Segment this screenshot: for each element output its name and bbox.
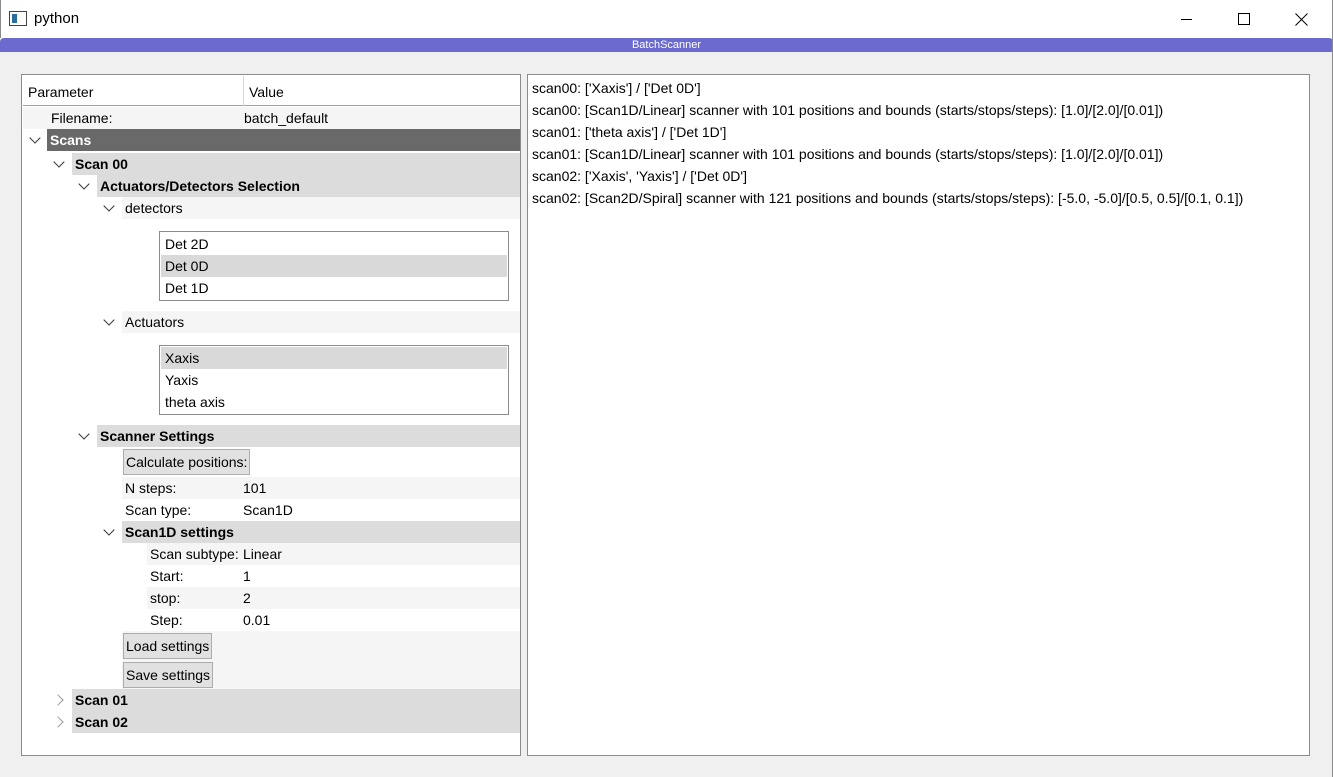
scan01-label: Scan 01 <box>75 692 128 708</box>
detector-item-det0d[interactable]: Det 0D <box>161 255 507 277</box>
scans-group-row[interactable]: Scans <box>47 129 520 151</box>
scan1d-chevron-down-icon[interactable] <box>103 524 115 536</box>
scan00-row[interactable]: Scan 00 <box>72 153 520 175</box>
actdet-selection-label: Actuators/Detectors Selection <box>100 178 300 194</box>
filename-row[interactable]: Filename: batch_default <box>23 107 520 129</box>
scan-type-label: Scan type: <box>125 502 192 518</box>
dock-title-bar[interactable]: BatchScanner <box>0 38 1333 52</box>
minimize-icon <box>1180 18 1192 20</box>
detector-item-det2d[interactable]: Det 2D <box>161 233 507 255</box>
header-parameter[interactable]: Parameter <box>28 84 93 100</box>
log-line: scan01: [Scan1D/Linear] scanner with 101… <box>532 146 1164 162</box>
detectors-list[interactable]: Det 2D Det 0D Det 1D <box>159 231 509 301</box>
scan01-chevron-right-icon[interactable] <box>52 694 64 706</box>
save-settings-button[interactable]: Save settings <box>123 662 214 688</box>
step-value[interactable]: 0.01 <box>243 609 270 631</box>
scan00-label: Scan 00 <box>75 156 128 172</box>
detectors-row[interactable]: detectors <box>122 197 520 219</box>
log-line: scan00: [Scan1D/Linear] scanner with 101… <box>532 102 1164 118</box>
actuator-item-theta-axis[interactable]: theta axis <box>161 391 507 413</box>
log-line: scan01: ['theta axis'] / ['Det 1D'] <box>532 124 727 140</box>
actdet-chevron-down-icon[interactable] <box>78 178 90 190</box>
actuators-row[interactable]: Actuators <box>122 311 520 333</box>
scan02-label: Scan 02 <box>75 714 128 730</box>
detectors-label: detectors <box>125 200 183 216</box>
stop-label: stop: <box>150 590 181 606</box>
scan00-chevron-down-icon[interactable] <box>53 156 65 168</box>
close-icon <box>1295 12 1309 26</box>
step-label: Step: <box>150 612 183 628</box>
scan02-chevron-right-icon[interactable] <box>52 716 64 728</box>
parameter-tree[interactable]: Parameter Value Filename: batch_default … <box>21 74 521 756</box>
header-separator[interactable] <box>243 76 244 106</box>
scan-info-textbox[interactable]: scan00: ['Xaxis'] / ['Det 0D'] scan00: [… <box>527 74 1310 756</box>
actuators-chevron-down-icon[interactable] <box>103 314 115 326</box>
scan-subtype-label: Scan subtype: <box>150 546 239 562</box>
header-value[interactable]: Value <box>249 84 284 100</box>
scanner-settings-row[interactable]: Scanner Settings <box>97 425 520 447</box>
start-label: Start: <box>150 568 184 584</box>
filename-label: Filename: <box>51 110 113 126</box>
scan1d-settings-row[interactable]: Scan1D settings <box>122 521 520 543</box>
scan-subtype-value[interactable]: Linear <box>243 543 282 565</box>
scans-chevron-down-icon[interactable] <box>29 132 41 144</box>
window-title: python <box>34 10 80 27</box>
detector-item-det1d[interactable]: Det 1D <box>161 277 507 299</box>
calculate-positions-button[interactable]: Calculate positions: <box>123 449 251 475</box>
nsteps-row[interactable]: N steps: 101 <box>122 477 520 499</box>
scan01-row[interactable]: Scan 01 <box>72 689 520 711</box>
start-row[interactable]: Start: 1 <box>147 565 520 587</box>
load-settings-button[interactable]: Load settings <box>123 633 213 659</box>
detectors-chevron-down-icon[interactable] <box>103 200 115 212</box>
title-bar: python <box>0 0 1333 38</box>
stop-value[interactable]: 2 <box>243 587 251 609</box>
stop-row[interactable]: stop: 2 <box>147 587 520 609</box>
maximize-icon <box>1238 13 1250 25</box>
scanner-settings-label: Scanner Settings <box>100 428 215 444</box>
start-value[interactable]: 1 <box>243 565 251 587</box>
maximize-button[interactable] <box>1215 0 1273 38</box>
scan-type-value[interactable]: Scan1D <box>243 499 293 521</box>
actuator-item-xaxis[interactable]: Xaxis <box>161 347 507 369</box>
scan02-row[interactable]: Scan 02 <box>72 711 520 733</box>
scans-label: Scans <box>50 132 92 148</box>
minimize-button[interactable] <box>1157 0 1215 38</box>
log-line: scan02: ['Xaxis', 'Yaxis'] / ['Det 0D'] <box>532 168 747 184</box>
actuators-label: Actuators <box>125 314 185 330</box>
nsteps-value[interactable]: 101 <box>243 477 266 499</box>
actuator-item-yaxis[interactable]: Yaxis <box>161 369 507 391</box>
tree-header: Parameter Value <box>23 76 520 106</box>
scan1d-settings-label: Scan1D settings <box>125 524 234 540</box>
scan-type-row[interactable]: Scan type: Scan1D <box>122 499 520 521</box>
actdet-selection-row[interactable]: Actuators/Detectors Selection <box>97 175 520 197</box>
actuators-list[interactable]: Xaxis Yaxis theta axis <box>159 345 509 415</box>
log-line: scan02: [Scan2D/Spiral] scanner with 121… <box>532 190 1244 206</box>
app-icon <box>9 11 27 26</box>
step-row[interactable]: Step: 0.01 <box>147 609 520 631</box>
scan-subtype-row[interactable]: Scan subtype: Linear <box>147 543 520 565</box>
filename-value[interactable]: batch_default <box>244 107 328 129</box>
dock-title: BatchScanner <box>631 39 702 51</box>
log-line: scan00: ['Xaxis'] / ['Det 0D'] <box>532 80 701 96</box>
nsteps-label: N steps: <box>125 480 177 496</box>
scanner-settings-chevron-down-icon[interactable] <box>78 428 90 440</box>
close-button[interactable] <box>1273 0 1331 38</box>
